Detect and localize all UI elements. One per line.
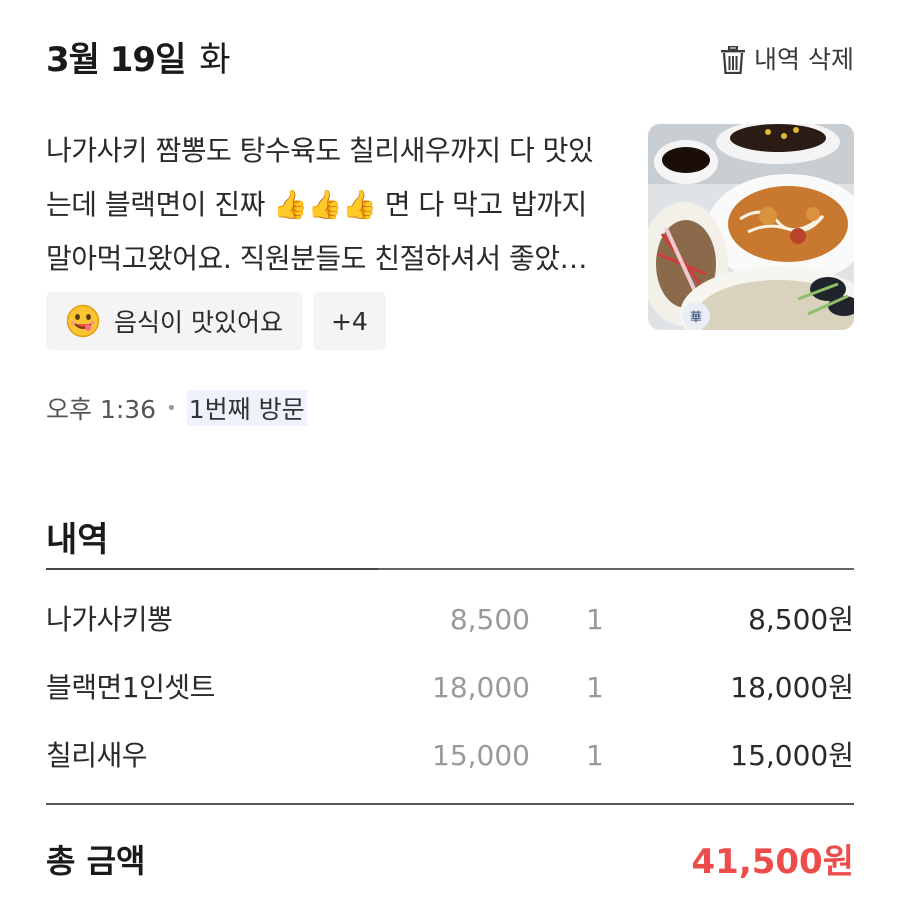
total-label: 총 금액	[46, 842, 146, 880]
item-name: 나가사키뽕	[46, 603, 173, 636]
item-subtotal: 18,000원	[730, 671, 854, 704]
visit-time: 오후 1:36	[46, 395, 157, 424]
receipt-title: 내역	[46, 520, 109, 560]
review-photo[interactable]: 華	[648, 124, 854, 330]
tag-food-tasty[interactable]: 음식이 맛있어요	[46, 292, 303, 350]
receipt-row: 블랙면1인셋트 18,000 1 18,000원	[46, 654, 854, 722]
receipt-divider-top	[46, 568, 854, 570]
visit-meta: 오후 1:36 • 1번째 방문	[46, 390, 307, 426]
delete-history-label: 내역 삭제	[754, 45, 854, 74]
item-subtotal: 15,000원	[730, 739, 854, 772]
visit-date: 3월 19일 화	[46, 36, 230, 84]
item-quantity: 1	[586, 739, 604, 772]
review-tags: 음식이 맛있어요 +4	[46, 292, 386, 350]
review-text[interactable]: 나가사키 짬뽕도 탕수육도 칠리새우까지 다 맛있는데 블랙면이 진짜 👍👍👍 …	[46, 124, 606, 286]
item-unit-price: 18,000	[432, 671, 530, 704]
more-tags-button[interactable]: +4	[312, 292, 386, 350]
svg-text:華: 華	[690, 310, 702, 324]
item-quantity: 1	[586, 671, 604, 704]
trash-icon	[721, 46, 746, 74]
item-subtotal: 8,500원	[748, 603, 854, 636]
item-unit-price: 15,000	[432, 739, 530, 772]
separator-dot: •	[166, 397, 177, 419]
item-name: 칠리새우	[46, 739, 148, 772]
receipt-row: 칠리새우 15,000 1 15,000원	[46, 722, 854, 790]
review-header: 3월 19일 화 내역 삭제	[46, 36, 854, 86]
receipt-items: 나가사키뽕 8,500 1 8,500원 블랙면1인셋트 18,000 1 18…	[46, 586, 854, 790]
item-unit-price: 8,500	[449, 603, 530, 636]
item-name: 블랙면1인셋트	[46, 671, 215, 704]
date-month-day: 3월 19일	[46, 40, 186, 80]
visit-count: 1번째 방문	[186, 390, 307, 426]
delete-history-button[interactable]: 내역 삭제	[720, 42, 854, 78]
food-photo-image: 華	[648, 124, 854, 330]
item-quantity: 1	[586, 603, 604, 636]
more-tags-count: +4	[330, 306, 368, 336]
day-of-week: 화	[199, 40, 230, 80]
total-amount: 41,500원	[691, 842, 854, 882]
tag-label: 음식이 맛있어요	[114, 308, 283, 337]
receipt-row: 나가사키뽕 8,500 1 8,500원	[46, 586, 854, 654]
smiling-face-icon	[66, 304, 100, 338]
receipt-divider-bottom	[46, 803, 854, 805]
